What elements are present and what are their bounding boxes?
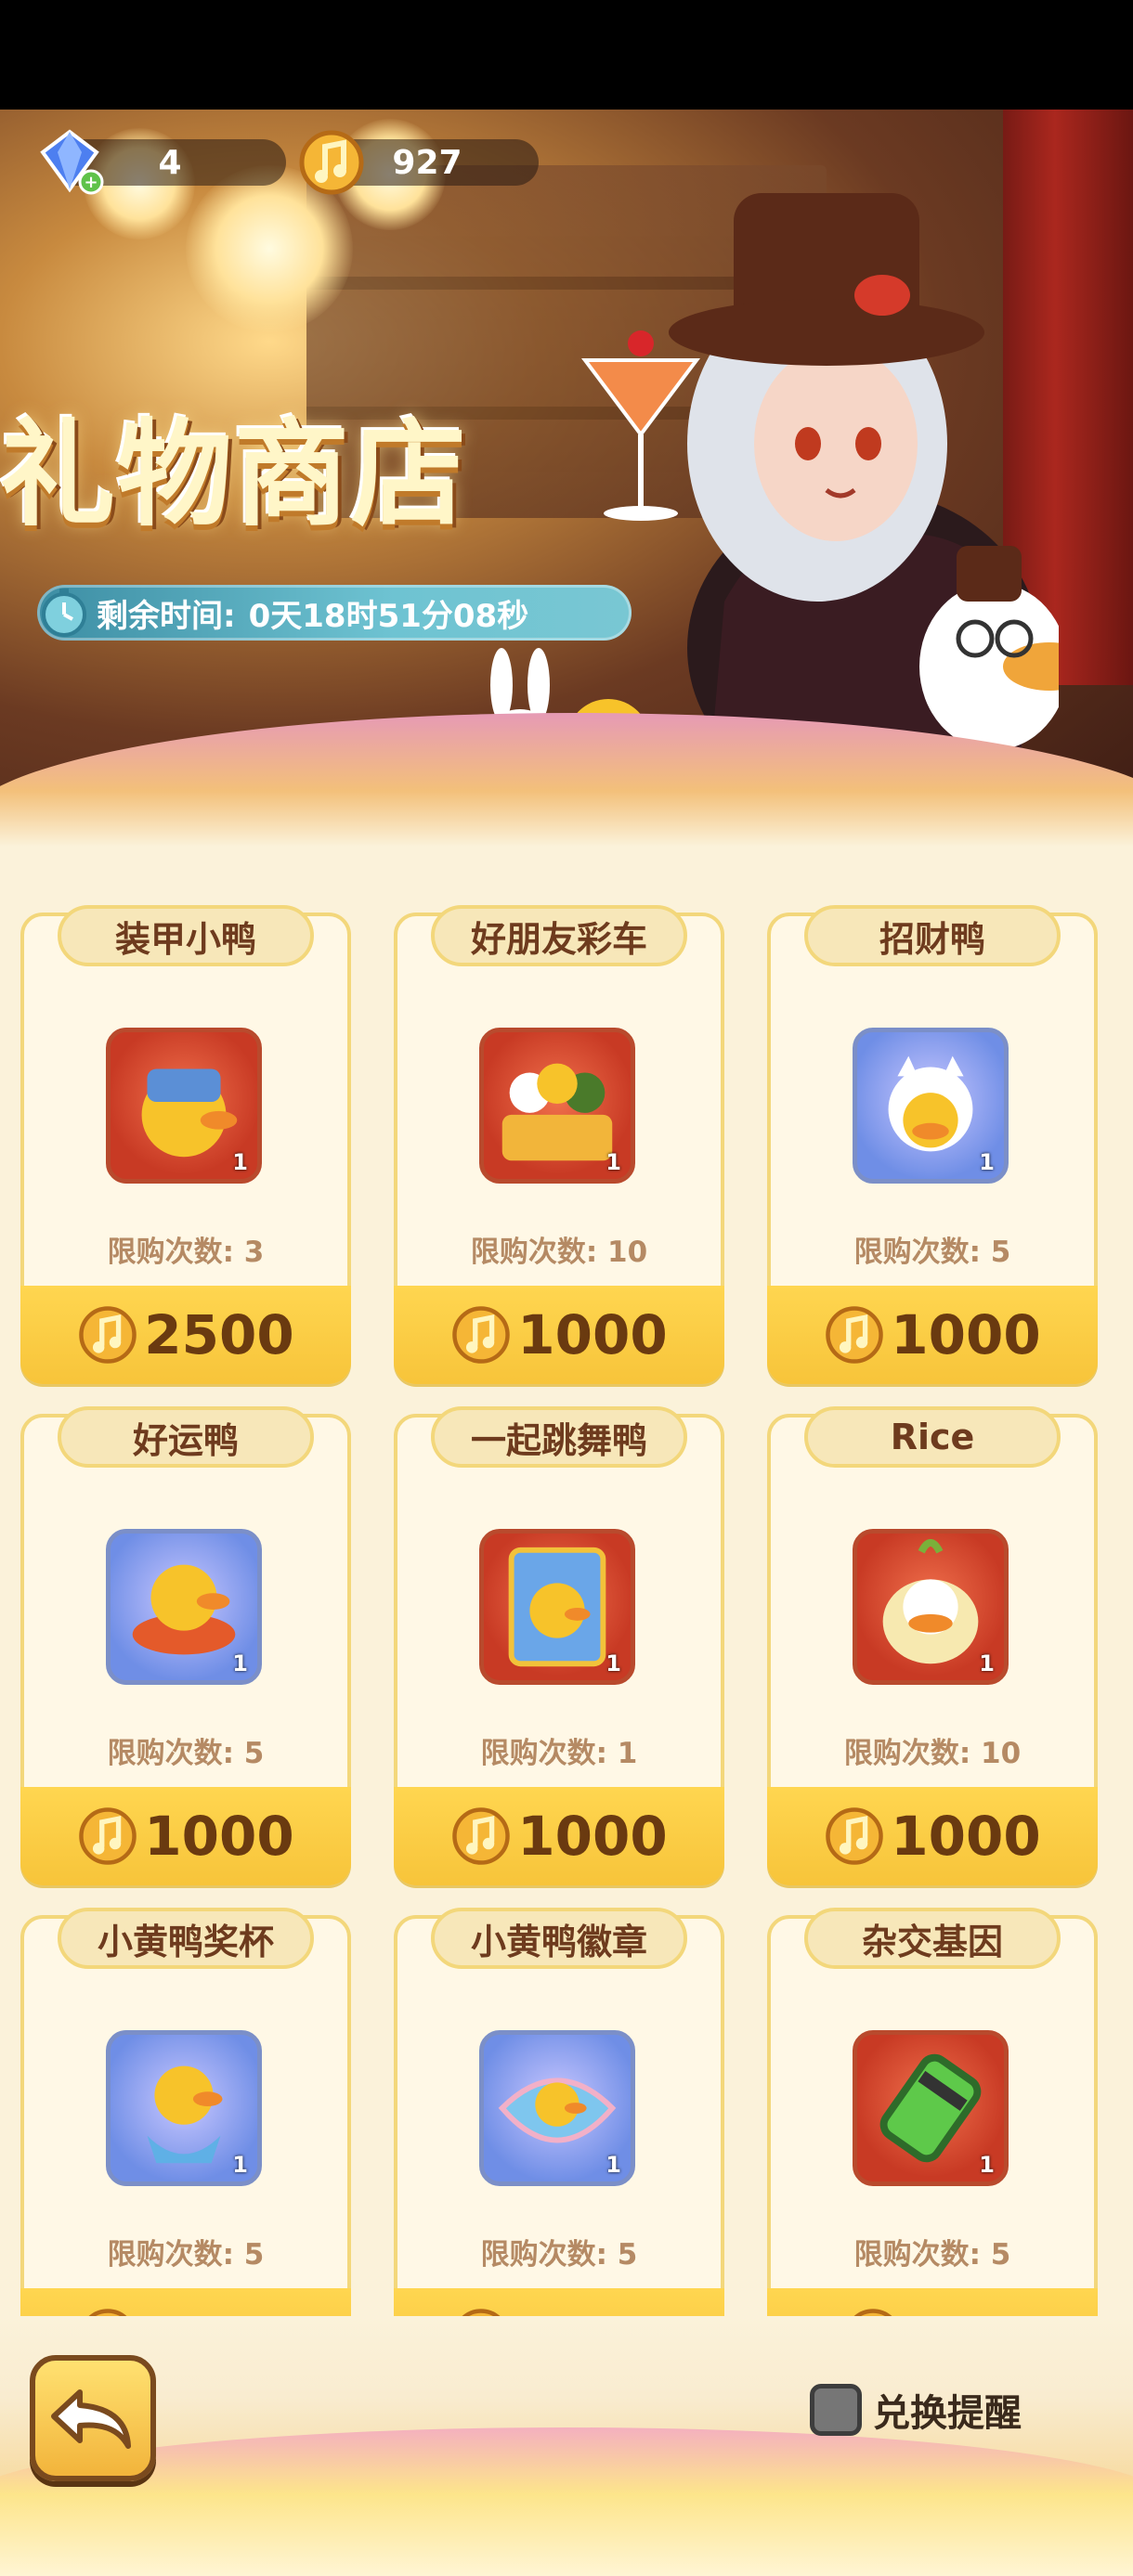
remaining-time-bar: 剩余时间: 0天18时51分08秒 bbox=[37, 585, 632, 641]
shop-item-card[interactable]: 小黄鸭奖杯 1 限购次数: 5 1000 bbox=[20, 1908, 351, 2316]
purchase-limit: 限购次数: 10 bbox=[470, 1236, 648, 1269]
shop-item-card[interactable]: 招财鸭 1 限购次数: 5 1000 bbox=[767, 905, 1098, 1384]
buy-button[interactable]: 1000 bbox=[20, 2288, 351, 2316]
music-coin-icon bbox=[299, 130, 364, 195]
item-quantity: 1 bbox=[606, 1650, 621, 1676]
item-quantity: 1 bbox=[979, 1650, 995, 1676]
purchase-limit: 限购次数: 5 bbox=[107, 2238, 265, 2272]
item-price: 1000 bbox=[144, 1805, 294, 1868]
item-name: 招财鸭 bbox=[804, 905, 1061, 966]
music-coin-icon bbox=[79, 1807, 137, 1865]
purchase-limit: 限购次数: 1 bbox=[480, 1737, 638, 1770]
music-coin-icon bbox=[826, 1807, 884, 1865]
item-quantity: 1 bbox=[979, 2152, 995, 2178]
item-icon-tile[interactable]: 1 bbox=[479, 1028, 635, 1184]
purchase-limit: 限购次数: 5 bbox=[107, 1737, 265, 1770]
back-arrow-icon bbox=[51, 2389, 131, 2449]
music-coin-icon bbox=[452, 1306, 511, 1364]
buy-button[interactable]: 1000 bbox=[394, 2288, 724, 2316]
shop-item-card[interactable]: 好运鸭 1 限购次数: 5 1000 bbox=[20, 1406, 351, 1885]
shop-item-card[interactable]: 好朋友彩车 1 限购次数: 10 1000 bbox=[394, 905, 724, 1384]
item-icon-tile[interactable]: 1 bbox=[853, 1529, 1009, 1685]
exchange-reminder-toggle[interactable]: 兑换提醒 bbox=[810, 2383, 1022, 2437]
buy-button[interactable]: 100 bbox=[767, 2288, 1098, 2316]
purchase-limit: 限购次数: 5 bbox=[480, 2238, 638, 2272]
gem-counter[interactable]: + 4 bbox=[40, 129, 286, 195]
item-icon-tile[interactable]: 1 bbox=[106, 1529, 262, 1685]
item-price: 1000 bbox=[144, 2306, 293, 2316]
item-quantity: 1 bbox=[606, 1149, 621, 1175]
item-price: 1000 bbox=[891, 1303, 1041, 1366]
reminder-checkbox[interactable] bbox=[810, 2384, 862, 2436]
item-name: 一起跳舞鸭 bbox=[431, 1406, 687, 1468]
item-name: 小黄鸭奖杯 bbox=[58, 1908, 314, 1969]
item-icon-tile[interactable]: 1 bbox=[106, 2030, 262, 2186]
item-icon-tile[interactable]: 1 bbox=[479, 2030, 635, 2186]
music-coin-icon bbox=[79, 1306, 137, 1364]
purchase-limit: 限购次数: 10 bbox=[843, 1737, 1022, 1770]
shop-item-card[interactable]: 小黄鸭徽章 1 限购次数: 5 1000 bbox=[394, 1908, 724, 2316]
bottom-wave-decoration bbox=[0, 2427, 1133, 2576]
shop-item-card[interactable]: 杂交基因 1 限购次数: 5 100 bbox=[767, 1908, 1098, 2316]
item-quantity: 1 bbox=[232, 1650, 248, 1676]
gem-plus-icon[interactable]: + bbox=[35, 128, 104, 197]
buy-button[interactable]: 1000 bbox=[767, 1787, 1098, 1885]
svg-text:+: + bbox=[84, 173, 98, 192]
purchase-limit: 限购次数: 5 bbox=[853, 2238, 1011, 2272]
music-coin-icon bbox=[854, 2309, 892, 2316]
coin-counter: 927 bbox=[299, 130, 539, 195]
back-button[interactable] bbox=[30, 2355, 156, 2481]
buy-button[interactable]: 1000 bbox=[20, 1787, 351, 1885]
item-name: 小黄鸭徽章 bbox=[431, 1908, 687, 1969]
music-coin-icon bbox=[88, 2309, 127, 2316]
item-price: 1000 bbox=[891, 1805, 1041, 1868]
timer-label: 剩余时间: bbox=[97, 597, 236, 635]
item-name: 装甲小鸭 bbox=[58, 905, 314, 966]
music-coin-icon bbox=[452, 1807, 511, 1865]
item-icon-tile[interactable]: 1 bbox=[479, 1529, 635, 1685]
reminder-label: 兑换提醒 bbox=[873, 2392, 1022, 2435]
bottom-bar: 兑换提醒 bbox=[0, 2316, 1133, 2576]
status-bar bbox=[0, 0, 1133, 110]
item-icon-tile[interactable]: 1 bbox=[853, 1028, 1009, 1184]
music-coin-icon bbox=[462, 2309, 501, 2316]
shop-item-card[interactable]: Rice 1 限购次数: 10 1000 bbox=[767, 1406, 1098, 1885]
buy-button[interactable]: 1000 bbox=[394, 1787, 724, 1885]
item-name: 杂交基因 bbox=[804, 1908, 1061, 1969]
cocktail-glass-icon bbox=[581, 330, 700, 521]
item-price: 1000 bbox=[517, 2306, 667, 2316]
item-price: 100 bbox=[909, 2306, 1022, 2316]
buy-button[interactable]: 1000 bbox=[767, 1286, 1098, 1384]
item-quantity: 1 bbox=[606, 2152, 621, 2178]
item-name: 好运鸭 bbox=[58, 1406, 314, 1468]
buy-button[interactable]: 1000 bbox=[394, 1286, 724, 1384]
stopwatch-icon bbox=[42, 589, 86, 637]
item-icon-tile[interactable]: 1 bbox=[853, 2030, 1009, 2186]
purchase-limit: 限购次数: 5 bbox=[853, 1236, 1011, 1269]
item-name: 好朋友彩车 bbox=[431, 905, 687, 966]
purchase-limit: 限购次数: 3 bbox=[107, 1236, 265, 1269]
shop-item-card[interactable]: 装甲小鸭 1 限购次数: 3 2500 bbox=[20, 905, 351, 1384]
buy-button[interactable]: 2500 bbox=[20, 1286, 351, 1384]
item-icon-tile[interactable]: 1 bbox=[106, 1028, 262, 1184]
shop-title: 礼物商店 bbox=[0, 408, 469, 542]
timer-value: 0天18时51分08秒 bbox=[248, 597, 529, 635]
music-coin-icon bbox=[826, 1306, 884, 1364]
item-quantity: 1 bbox=[979, 1149, 995, 1175]
item-quantity: 1 bbox=[232, 2152, 248, 2178]
item-price: 1000 bbox=[517, 1805, 668, 1868]
shop-item-grid[interactable]: 装甲小鸭 1 限购次数: 3 2500 好朋友彩车 1 限购次数: 10 1000 招财鸭 1 限购… bbox=[0, 905, 1133, 2316]
item-price: 2500 bbox=[144, 1303, 294, 1366]
item-name: Rice bbox=[804, 1406, 1061, 1468]
shop-item-card[interactable]: 一起跳舞鸭 1 限购次数: 1 1000 bbox=[394, 1406, 724, 1885]
item-price: 1000 bbox=[517, 1303, 668, 1366]
item-quantity: 1 bbox=[232, 1149, 248, 1175]
